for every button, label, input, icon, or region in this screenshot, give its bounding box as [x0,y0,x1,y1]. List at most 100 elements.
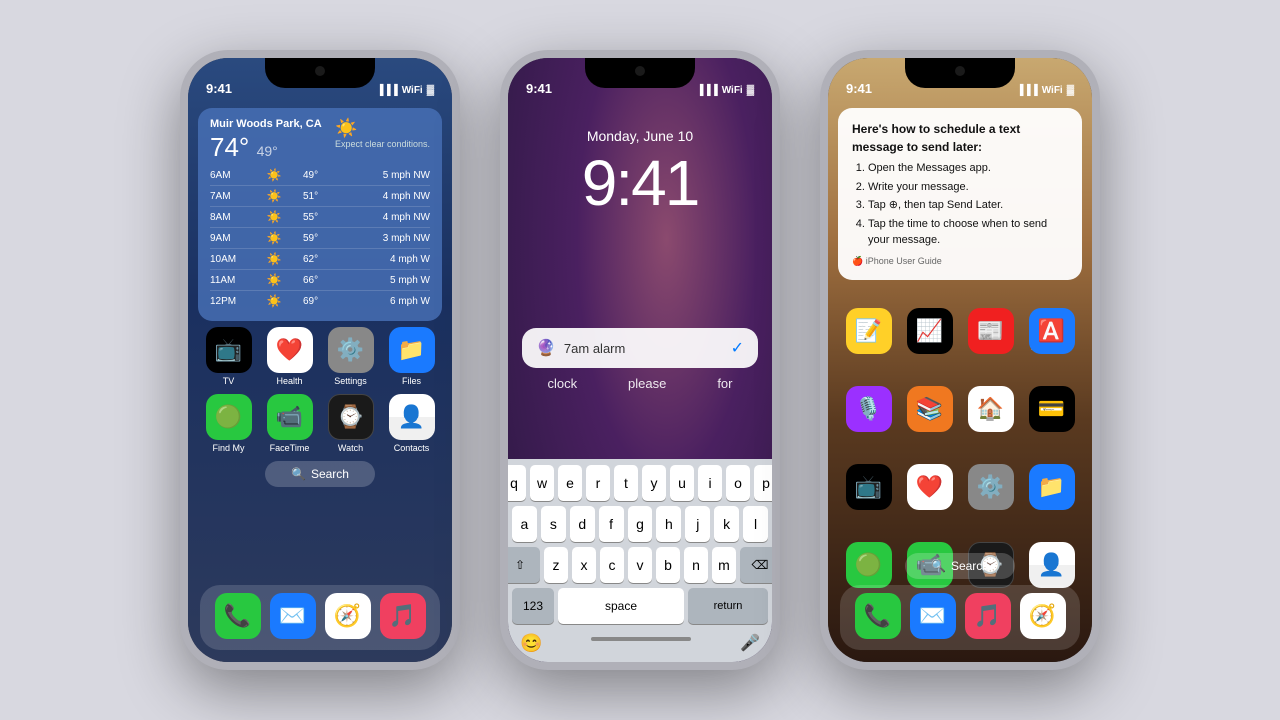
signal-icon-2: ▐▐▐ [696,85,717,96]
kb-key-i[interactable]: i [698,465,722,501]
weather-time: 9AM [210,233,245,244]
app-icon-news: 📰 [968,308,1014,354]
app-icon-wrap-books[interactable]: 📚 [903,386,957,435]
app-icon-wrap-phone[interactable]: 📞 [851,593,905,642]
kb-key-x[interactable]: x [572,547,596,583]
app-icon-files: 📁 [389,327,435,373]
kb-emoji-icon[interactable]: 😊 [520,633,542,654]
kb-key-r[interactable]: r [586,465,610,501]
weather-row: 6AM ☀️ 49° 5 mph NW [210,165,430,185]
kb-key-o[interactable]: o [726,465,750,501]
app-icon-music: 🎵 [965,593,1011,639]
app-icon-facetime: 📹 [267,394,313,440]
app-icon-wrap-safari[interactable]: 🧭 [1016,593,1070,642]
app-icon-wrap-wallet[interactable]: 💳 [1025,386,1079,435]
app-icon-wrap-settings[interactable]: ⚙️ [964,464,1018,513]
kb-key-q[interactable]: q [502,465,526,501]
phone-2: 9:41 ▐▐▐ WiFi ▓ Monday, June 10 9:41 🔮 7… [500,50,780,670]
info-step-3: Tap ⊕, then tap Send Later. [868,197,1068,214]
kb-key-w[interactable]: w [530,465,554,501]
weather-note: Expect clear conditions. [335,139,430,151]
kb-key-e[interactable]: e [558,465,582,501]
kb-key-n[interactable]: n [684,547,708,583]
app-icon-wrap-music[interactable]: 🎵 [376,593,430,642]
kb-key-p[interactable]: p [754,465,778,501]
autocomplete-word[interactable]: clock [547,376,577,391]
app-icon-wrap-tv[interactable]: 📺TV [202,327,256,386]
kb-key-l[interactable]: l [743,506,768,542]
app-label-contacts: Contacts [394,443,430,453]
kb-key-u[interactable]: u [670,465,694,501]
lock-date: Monday, June 10 [508,128,772,144]
kb-key-g[interactable]: g [628,506,653,542]
app-icon-wrap-files[interactable]: 📁Files [385,327,439,386]
phone3-row1: 📝📈📰🅰️ [838,308,1082,357]
search-area-3: 🔍 Search [828,553,1092,589]
kb-space-key[interactable]: space [558,588,684,624]
weather-row: 10AM ☀️ 62° 4 mph W [210,248,430,269]
wifi-icon: WiFi [402,85,423,96]
autocomplete-word[interactable]: please [628,376,666,391]
kb-key-t[interactable]: t [614,465,638,501]
app-icon-wrap-safari[interactable]: 🧭 [321,593,375,642]
siri-confirm-icon: ✓ [731,338,744,358]
app-icon-wrap-app-store[interactable]: 🅰️ [1025,308,1079,357]
search-icon-3: 🔍 [931,559,946,573]
app-icon-wrap-watch[interactable]: ⌚Watch [324,394,378,453]
app-icon-wrap-settings[interactable]: ⚙️Settings [324,327,378,386]
app-icon-wrap-tv[interactable]: 📺 [842,464,896,513]
app-icon-wrap-notes[interactable]: 📝 [842,308,896,357]
app-icon-wrap-news[interactable]: 📰 [964,308,1018,357]
kb-key-v[interactable]: v [628,547,652,583]
kb-key-s[interactable]: s [541,506,566,542]
app-icon-home: 🏠 [968,386,1014,432]
kb-backspace-key[interactable]: ⌫ [740,547,780,583]
autocomplete-word[interactable]: for [717,376,732,391]
app-icon-wrap-facetime[interactable]: 📹FaceTime [263,394,317,453]
app-icon-wrap-music[interactable]: 🎵 [961,593,1015,642]
weather-row: 11AM ☀️ 66° 5 mph W [210,269,430,290]
weather-time: 10AM [210,254,245,265]
signal-icon-3: ▐▐▐ [1016,85,1037,96]
info-card-steps: Open the Messages app.Write your message… [852,160,1068,249]
app-icon-wrap-health[interactable]: ❤️Health [263,327,317,386]
app-icon-tv: 📺 [206,327,252,373]
app-icon-wrap-find-my[interactable]: 🟢Find My [202,394,256,453]
dock-1: 📞✉️🧭🎵 [200,585,440,650]
app-icon-wrap-home[interactable]: 🏠 [964,386,1018,435]
search-button-3[interactable]: 🔍 Search [905,553,1015,579]
kb-mic-icon[interactable]: 🎤 [740,633,760,654]
kb-key-j[interactable]: j [685,506,710,542]
kb-key-f[interactable]: f [599,506,624,542]
app-icon-health: ❤️ [267,327,313,373]
kb-key-c[interactable]: c [600,547,624,583]
search-label-3: Search [951,559,989,573]
kb-key-y[interactable]: y [642,465,666,501]
kb-shift-key[interactable]: ⇧ [500,547,540,583]
kb-bottom-row: 😊 🎤 [512,629,768,658]
kb-return-key[interactable]: return [688,588,768,624]
kb-key-k[interactable]: k [714,506,739,542]
app-icon-wrap-files[interactable]: 📁 [1025,464,1079,513]
search-button-1[interactable]: 🔍 Search [265,461,375,487]
kb-key-b[interactable]: b [656,547,680,583]
app-icon-wrap-mail[interactable]: ✉️ [266,593,320,642]
keyboard[interactable]: qwertyuiop asdfghjkl ⇧zxcvbnm⌫ 123 space… [508,459,772,662]
app-icon-wrap-health[interactable]: ❤️ [903,464,957,513]
app-icon-wrap-podcasts[interactable]: 🎙️ [842,386,896,435]
siri-icon: 🔮 [536,338,556,358]
kb-key-d[interactable]: d [570,506,595,542]
app-icon-wrap-contacts[interactable]: 👤Contacts [385,394,439,453]
weather-temp: 74° 49° [210,132,322,163]
kb-key-z[interactable]: z [544,547,568,583]
kb-key-h[interactable]: h [656,506,681,542]
search-label-1: Search [311,467,349,481]
app-icon-wrap-stocks[interactable]: 📈 [903,308,957,357]
kb-key-m[interactable]: m [712,547,736,583]
app-icon-wrap-mail[interactable]: ✉️ [906,593,960,642]
siri-search-bar[interactable]: 🔮 7am alarm ✓ [522,328,758,368]
app-icon-wrap-phone[interactable]: 📞 [211,593,265,642]
kb-numbers-key[interactable]: 123 [512,588,554,624]
search-icon-1: 🔍 [291,467,306,481]
kb-key-a[interactable]: a [512,506,537,542]
